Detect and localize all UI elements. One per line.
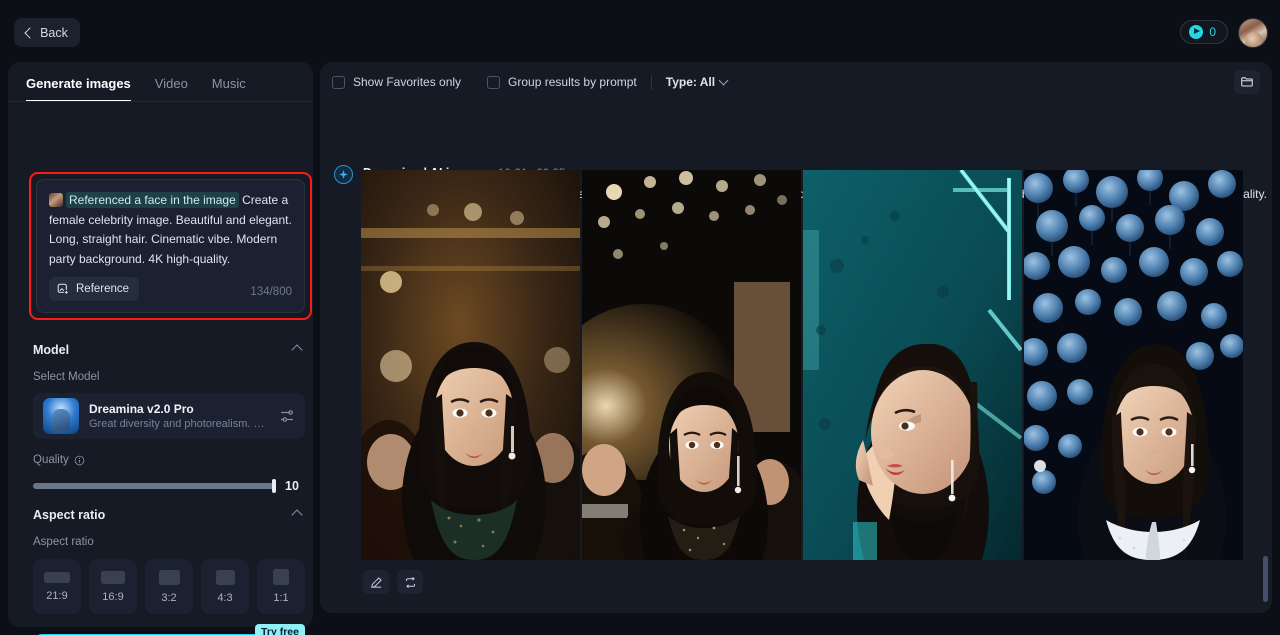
aspect-section-header[interactable]: Aspect ratio xyxy=(33,508,303,522)
aspect-ratio-1-1-label: 1:1 xyxy=(273,592,289,604)
aspect-ratio-4-3[interactable]: 4:3 xyxy=(201,559,249,614)
tab-music[interactable]: Music xyxy=(212,76,246,102)
credits-badge[interactable]: 0 xyxy=(1180,20,1228,44)
result-source-icon xyxy=(334,165,353,184)
result-actions xyxy=(363,570,423,594)
result-image-4[interactable] xyxy=(1024,170,1243,560)
reference-chip: Referenced a face in the image xyxy=(66,192,239,208)
model-section-title: Model xyxy=(33,343,70,357)
woman-blue-roses-wall xyxy=(1024,170,1243,560)
quality-value: 10 xyxy=(285,479,299,493)
reference-button[interactable]: Reference xyxy=(49,277,140,301)
prompt-text: Referenced a face in the image Create a … xyxy=(49,191,297,269)
tab-generate-images[interactable]: Generate images xyxy=(26,76,131,102)
woman-bokeh-stage-lights xyxy=(582,170,801,560)
ratio-glyph-1-1 xyxy=(273,569,289,585)
woman-gold-sequin-gown-warm-gala xyxy=(361,170,580,560)
aspect-ratio-3-2-label: 3:2 xyxy=(161,591,177,604)
model-description: Great diversity and photorealism. Of... xyxy=(89,418,269,430)
model-name: Dreamina v2.0 Pro xyxy=(89,402,194,416)
woman-teal-neon-profile xyxy=(803,170,1022,560)
show-favorites-label: Show Favorites only xyxy=(353,75,462,89)
tab-video[interactable]: Video xyxy=(155,76,188,102)
model-info: Dreamina v2.0 Pro Great diversity and ph… xyxy=(89,402,269,430)
coin-icon xyxy=(1189,25,1204,39)
prompt-highlight-box: Referenced a face in the image Create a … xyxy=(29,172,312,320)
credits-value: 0 xyxy=(1209,25,1216,39)
chevron-up-icon xyxy=(291,344,303,356)
aspect-ratio-4-3-label: 4:3 xyxy=(217,591,233,604)
back-button-label: Back xyxy=(40,25,68,40)
group-by-prompt-checkbox[interactable]: Group results by prompt xyxy=(487,75,637,89)
back-button[interactable]: Back xyxy=(14,18,80,47)
ratio-glyph-4-3 xyxy=(215,569,235,585)
quality-slider-row: 10 xyxy=(33,479,305,493)
results-scrollbar[interactable] xyxy=(1263,556,1268,602)
quality-slider[interactable] xyxy=(33,479,276,493)
model-section-header[interactable]: Model xyxy=(33,343,303,357)
result-image-2[interactable] xyxy=(582,170,801,560)
aspect-ratio-1-1[interactable]: 1:1 xyxy=(257,559,305,614)
right-panel: Show Favorites only Group results by pro… xyxy=(320,62,1272,613)
try-free-badge: Try free xyxy=(255,624,305,635)
image-add-icon xyxy=(57,283,69,295)
left-panel: Generate images Video Music Referenced a… xyxy=(8,62,313,635)
ratio-glyph-3-2 xyxy=(158,569,180,585)
quality-label-row: Quality xyxy=(33,454,85,466)
model-card[interactable]: Dreamina v2.0 Pro Great diversity and ph… xyxy=(33,393,305,439)
loop-icon xyxy=(405,576,415,588)
aspect-section-title: Aspect ratio xyxy=(33,508,106,522)
char-counter: 134/800 xyxy=(250,286,292,298)
regenerate-button[interactable] xyxy=(397,570,423,594)
tab-bar: Generate images Video Music xyxy=(8,62,313,102)
group-by-prompt-label: Group results by prompt xyxy=(508,75,637,89)
reference-thumbnail-icon xyxy=(49,193,63,207)
model-settings-icon[interactable] xyxy=(279,408,295,424)
model-thumbnail xyxy=(43,398,79,434)
result-image-1[interactable] xyxy=(361,170,580,560)
aspect-ratio-label: Aspect ratio xyxy=(33,536,94,548)
filter-bar: Show Favorites only Group results by pro… xyxy=(320,62,1272,102)
result-image-grid xyxy=(361,170,1243,560)
ratio-glyph-16-9 xyxy=(101,570,125,584)
type-filter-label: Type: All xyxy=(665,75,716,89)
aspect-ratio-16-9[interactable]: 16:9 xyxy=(89,559,137,614)
result-image-3[interactable] xyxy=(803,170,1022,560)
top-bar: Back 0 xyxy=(0,0,1280,62)
prompt-input[interactable]: Referenced a face in the image Create a … xyxy=(36,179,305,313)
checkbox-icon xyxy=(332,75,345,89)
quality-label: Quality xyxy=(33,454,69,466)
ratio-glyph-21-9 xyxy=(44,571,70,583)
edit-button[interactable] xyxy=(363,570,389,594)
aspect-ratio-16-9-label: 16:9 xyxy=(102,590,124,603)
reference-button-label: Reference xyxy=(76,283,130,295)
tab-divider xyxy=(8,101,313,102)
folder-icon xyxy=(1241,77,1253,87)
quality-slider-handle[interactable] xyxy=(272,479,276,493)
pencil-icon xyxy=(370,576,382,588)
aspect-ratio-options: 21:9 16:9 3:2 4:3 1:1 xyxy=(33,559,305,614)
show-favorites-checkbox[interactable]: Show Favorites only xyxy=(332,75,461,89)
chevron-up-icon xyxy=(291,509,303,521)
info-icon[interactable] xyxy=(74,455,85,466)
filter-divider xyxy=(650,74,652,90)
checkbox-icon xyxy=(487,75,501,89)
chevron-left-icon xyxy=(24,26,36,39)
gallery-button[interactable] xyxy=(1234,70,1260,94)
select-model-label: Select Model xyxy=(33,371,100,383)
aspect-ratio-21-9[interactable]: 21:9 xyxy=(33,559,81,614)
avatar[interactable] xyxy=(1238,18,1268,48)
sparkle-icon xyxy=(339,170,348,179)
chevron-down-icon xyxy=(718,75,729,86)
aspect-ratio-3-2[interactable]: 3:2 xyxy=(145,559,193,614)
type-filter-dropdown[interactable]: Type: All xyxy=(665,75,729,89)
aspect-ratio-21-9-label: 21:9 xyxy=(46,589,68,602)
